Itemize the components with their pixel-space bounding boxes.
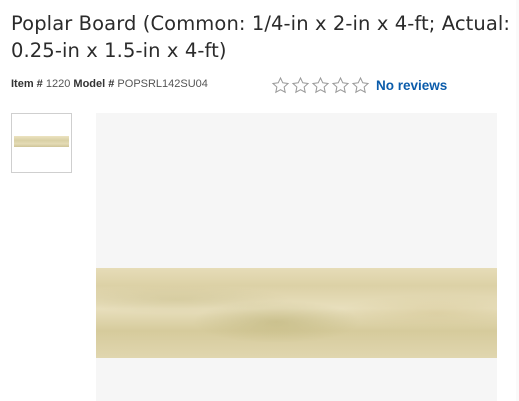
item-label: Item # [11,78,43,90]
model-number: POPSRL142SU04 [117,78,208,90]
rating-summary: No reviews [271,76,447,95]
reviews-link[interactable]: No reviews [376,78,447,93]
model-label: Model # [73,78,115,90]
product-main-image[interactable] [96,113,497,401]
product-identifiers: Item # 1220 Model # POPSRL142SU04 [11,78,208,90]
poplar-board-image [96,268,497,358]
star-outline-icon [271,76,290,94]
star-outline-icon [291,76,310,94]
product-thumbnail[interactable] [11,113,72,173]
star-outline-icon [351,76,370,94]
star-outline-icon [331,76,350,94]
thumbnail-board-image [14,136,69,147]
star-outline-icon [311,76,330,94]
item-number: 1220 [45,78,71,90]
star-rating[interactable] [271,76,370,95]
product-title: Poplar Board (Common: 1/4-in x 2-in x 4-… [11,12,511,62]
